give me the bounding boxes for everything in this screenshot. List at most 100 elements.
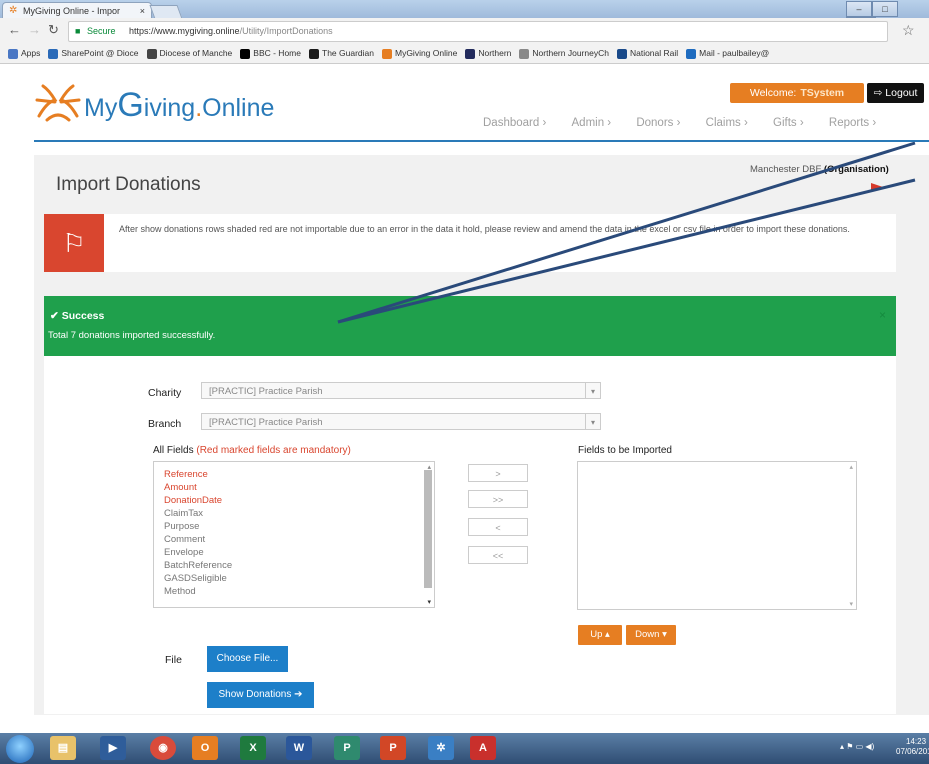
scroll-up-icon[interactable]: ▴: [427, 463, 431, 471]
outlook-icon[interactable]: O: [192, 736, 218, 760]
menu-admin[interactable]: Admin ›: [572, 117, 612, 129]
logo-text[interactable]: MyGiving.Online: [84, 86, 274, 125]
logo-prefix: My: [84, 94, 118, 122]
show-donations-button[interactable]: Show Donations ➔: [207, 682, 314, 708]
chrome-icon[interactable]: ◉: [150, 736, 176, 760]
menu-reports[interactable]: Reports ›: [829, 117, 876, 129]
fields-to-import-label: Fields to be Imported: [578, 445, 672, 456]
logout-icon: ⇨: [873, 87, 883, 99]
bookmark-icon: [240, 48, 251, 59]
success-title: ✔ Success: [50, 310, 104, 322]
field-option[interactable]: BatchReference: [164, 560, 232, 571]
field-option[interactable]: Reference: [164, 469, 208, 480]
settings-icon[interactable]: ✲: [428, 736, 454, 760]
bookmark-star-icon[interactable]: ☆: [902, 22, 915, 39]
secure-label: Secure: [87, 26, 116, 36]
chevron-down-icon: ▾: [585, 383, 600, 398]
bookmark-item[interactable]: SharePoint @ Dioce: [48, 44, 139, 63]
scroll-up-icon[interactable]: ▴: [849, 463, 853, 471]
mygiving-favicon-icon: ✲: [9, 5, 18, 16]
scrollbar[interactable]: [424, 470, 432, 588]
bookmark-item[interactable]: National Rail: [616, 44, 678, 63]
field-option[interactable]: Purpose: [164, 521, 199, 532]
move-down-button[interactable]: Down ▾: [626, 625, 676, 645]
choose-file-button[interactable]: Choose File...: [207, 646, 288, 672]
move-all-left-button[interactable]: <<: [468, 546, 528, 564]
move-up-button[interactable]: Up ▴: [578, 625, 622, 645]
bookmark-item[interactable]: Diocese of Manche: [146, 44, 232, 63]
system-tray-icons[interactable]: ▴ ⚑ ▭ ◀): [840, 742, 874, 751]
back-icon[interactable]: ←: [8, 22, 21, 37]
menu-dashboard[interactable]: Dashboard ›: [483, 117, 546, 129]
powerpoint-icon[interactable]: P: [380, 736, 406, 760]
new-tab-button[interactable]: [149, 5, 183, 19]
bookmark-label: Apps: [21, 48, 41, 58]
reload-icon[interactable]: ↻: [48, 22, 59, 38]
success-alert: ✔ Success Total 7 donations imported suc…: [44, 296, 896, 356]
media-player-icon[interactable]: ▶: [100, 736, 126, 760]
excel-icon[interactable]: X: [240, 736, 266, 760]
bookmark-item[interactable]: Apps: [8, 44, 40, 63]
publisher-icon[interactable]: P: [334, 736, 360, 760]
acrobat-icon[interactable]: A: [470, 736, 496, 760]
menu-claims[interactable]: Claims ›: [706, 117, 748, 129]
charity-value: [PRACTIC] Practice Parish: [209, 386, 323, 397]
minimize-icon[interactable]: –: [846, 1, 872, 17]
file-explorer-icon[interactable]: ▤: [50, 736, 76, 760]
move-left-button[interactable]: <: [468, 518, 528, 536]
tab-close-icon[interactable]: ×: [140, 3, 145, 19]
start-button-icon[interactable]: [6, 735, 34, 763]
bookmark-label: MyGiving Online: [394, 48, 458, 58]
field-option[interactable]: GASDSeligible: [164, 573, 227, 584]
url-path: /Utility/ImportDonations: [239, 26, 333, 36]
org-name: Manchester DBF: [750, 164, 822, 175]
fields-to-import-listbox[interactable]: ▴ ▾: [577, 461, 857, 610]
menu-donors[interactable]: Donors ›: [636, 117, 680, 129]
bookmark-label: Mail - paulbailey@: [699, 48, 770, 58]
main-menu: Dashboard › Admin › Donors › Claims › Gi…: [483, 117, 929, 133]
bookmark-icon: [616, 48, 627, 59]
bookmark-icon: [8, 48, 18, 59]
menu-gifts[interactable]: Gifts ›: [773, 117, 804, 129]
maximize-icon[interactable]: □: [872, 1, 898, 17]
bookmark-item[interactable]: Mail - paulbailey@: [686, 44, 769, 63]
scroll-down-icon[interactable]: ▾: [849, 600, 853, 608]
field-option[interactable]: Method: [164, 586, 196, 597]
clock[interactable]: 14:23 07/06/2018: [896, 737, 929, 757]
url-host: https://www.mygiving.online: [129, 26, 240, 36]
page-title: Import Donations: [56, 174, 201, 195]
window-controls: –□✕: [846, 1, 926, 33]
mygiving-logo-icon[interactable]: [33, 80, 83, 126]
welcome-button[interactable]: Welcome: TSystem: [730, 83, 864, 103]
mandatory-note: (Red marked fields are mandatory): [196, 445, 351, 456]
browser-tab[interactable]: ✲ MyGiving Online - Impor ×: [2, 2, 152, 19]
info-text: After show donations rows shaded red are…: [119, 224, 850, 234]
bookmark-icon: [48, 48, 59, 59]
field-option[interactable]: Envelope: [164, 547, 204, 558]
chevron-down-icon: ▾: [585, 414, 600, 429]
bookmark-item[interactable]: Northern: [465, 44, 511, 63]
bookmark-item[interactable]: MyGiving Online: [381, 44, 458, 63]
move-right-button[interactable]: >: [468, 464, 528, 482]
logout-button[interactable]: ⇨ Logout: [867, 83, 924, 103]
field-option[interactable]: ClaimTax: [164, 508, 203, 519]
bookmark-label: SharePoint @ Dioce: [61, 48, 139, 58]
field-option[interactable]: DonationDate: [164, 495, 222, 506]
field-option[interactable]: Amount: [164, 482, 197, 493]
word-icon[interactable]: W: [286, 736, 312, 760]
bookmark-item[interactable]: The Guardian: [309, 44, 374, 63]
logout-label: Logout: [885, 87, 918, 99]
address-bar[interactable]: ■ Secure https://www.mygiving.online/Uti…: [68, 21, 888, 42]
bookmark-item[interactable]: BBC - Home: [240, 44, 301, 63]
all-fields-listbox[interactable]: Reference Amount DonationDate ClaimTax Purpo…: [153, 461, 435, 608]
scroll-down-icon[interactable]: ▾: [427, 598, 431, 606]
close-icon[interactable]: ×: [879, 308, 886, 322]
field-option[interactable]: Comment: [164, 534, 205, 545]
forward-icon[interactable]: →: [28, 22, 41, 37]
header-divider: [34, 140, 929, 142]
move-all-right-button[interactable]: >>: [468, 490, 528, 508]
success-message: Total 7 donations imported successfully.: [48, 330, 216, 341]
bookmark-item[interactable]: Northern JourneyCh: [519, 44, 609, 63]
branch-select[interactable]: [PRACTIC] Practice Parish ▾: [201, 413, 601, 430]
charity-select[interactable]: [PRACTIC] Practice Parish ▾: [201, 382, 601, 399]
